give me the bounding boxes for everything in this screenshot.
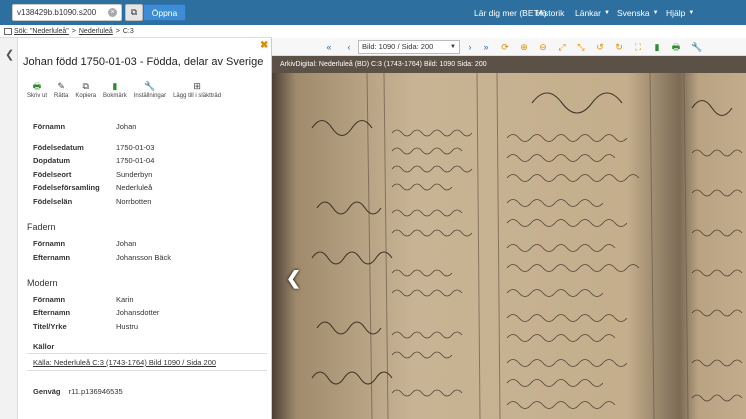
bookmark-icon[interactable]: ▮ [650,40,664,54]
bookmark-button[interactable]: ▮ Bokmärk [103,81,127,99]
section-heading-father: Fadern [27,222,56,232]
fit-icon[interactable]: ⤢ [555,40,569,54]
rotate-right-icon[interactable]: ↻ [612,40,626,54]
shortcut-row: Genväg r11.p136946535 [33,387,123,396]
prev-page-icon[interactable]: ‹ [342,40,356,54]
field-value: Sunderbyn [116,170,153,179]
breadcrumb-place-link[interactable]: Nederluleå [79,28,113,35]
home-icon [4,27,12,35]
field-label: Födelseförsamling [33,183,100,192]
caret-down-icon: ▼ [652,9,659,16]
prev-image-chevron-left-icon[interactable]: ❮ [286,268,301,289]
field-label: Efternamn [33,308,71,317]
copy-record-button[interactable]: ⧉ Kopiera [75,81,96,99]
field-label: Födelsedatum [33,143,84,152]
refresh-icon[interactable]: ⟳ [498,40,512,54]
first-page-icon[interactable]: « [322,40,336,54]
field-value: Norrbotten [116,197,152,206]
wrench-icon[interactable]: 🔧 [690,40,704,54]
page-select[interactable]: Bild: 1090 / Sida: 200 ▼ [358,40,460,54]
family-tree-icon: ⊞ [193,81,201,91]
field-value: Nederluleå [116,183,153,192]
manuscript-drawing [272,73,746,419]
breadcrumb-volume: C:3 [122,27,134,35]
print-icon: 🖶 [32,81,42,91]
correct-button[interactable]: ✎ Rätta [54,81,68,99]
zoom-in-icon[interactable]: ⊕ [517,40,531,54]
chevron-left-icon: ❮ [5,49,15,61]
viewer-toolbar: « ‹ Bild: 1090 / Sida: 200 ▼ › » ⟳ ⊕ ⊖ ⤢… [272,38,746,56]
field-value: Johan [116,122,137,131]
field-value: 1750-01-04 [116,156,155,165]
source-link[interactable]: Källa: Nederluleå C:3 (1743-1764) Bild 1… [33,358,216,367]
caret-down-icon: ▼ [688,9,695,16]
top-navbar: v138429b.b1090.s200 × ⧉ Öppna Lär dig me… [0,0,746,25]
print-icon[interactable]: 🖶 [669,40,683,54]
search-value[interactable]: v138429b.b1090.s200 [17,8,108,17]
caret-down-icon: ▼ [604,9,610,16]
zoom-out-icon[interactable]: ⊖ [536,40,550,54]
field-value: Johansdotter [116,308,160,317]
divider [27,353,267,354]
field-value: Karin [116,295,134,304]
field-label: Födelseort [33,170,72,179]
field-label: Dopdatum [33,156,71,165]
copy-icon: ⧉ [82,81,89,91]
fit-height-icon[interactable]: ⤡ [574,40,588,54]
field-value: 1750-01-03 [116,143,155,152]
nav-history[interactable]: Historik [536,0,564,25]
field-label: Efternamn [33,253,71,262]
rotate-left-icon[interactable]: ↺ [593,40,607,54]
field-value: Johan [116,239,137,248]
dropdown-icon: ▼ [450,44,456,50]
bookmark-icon: ▮ [112,81,118,91]
collapse-panel-button[interactable]: ❮ [0,38,18,419]
copy-button[interactable]: ⧉ [125,4,143,21]
field-label: Titel/Yrke [33,322,67,331]
record-toolbar: 🖶 Skriv ut ✎ Rätta ⧉ Kopiera ▮ Bokmärk 🔧… [27,81,228,99]
nav-help[interactable]: Hjälp ▼ [666,0,694,25]
image-caption: ArkivDigital: Nederluleå (BD) C:3 (1743-… [272,56,746,73]
add-to-tree-button[interactable]: ⊞ Lägg till i släktträd [173,81,221,99]
field-value: Hustru [116,322,139,331]
copy-icon: ⧉ [130,7,138,17]
divider [27,370,267,371]
clear-icon[interactable]: × [108,8,117,17]
fullscreen-icon[interactable]: ⛶ [631,40,645,54]
field-label: Födelselän [33,197,73,206]
field-label: Förnamn [33,122,66,131]
breadcrumb-search-link[interactable]: Sök: "Nederluleå" [14,28,69,35]
section-heading-mother: Modern [27,278,58,288]
pencil-icon: ✎ [57,81,65,91]
nav-language[interactable]: Svenska ▼ [617,0,659,25]
shortcut-value[interactable]: r11.p136946535 [69,387,123,396]
shortcut-label: Genväg [33,387,61,396]
field-label: Förnamn [33,239,66,248]
print-button[interactable]: 🖶 Skriv ut [27,81,47,99]
manuscript-image[interactable] [272,73,746,419]
open-button[interactable]: Öppna [143,4,186,21]
last-page-icon[interactable]: » [479,40,493,54]
sources-heading: Källor [33,342,55,351]
wrench-icon: 🔧 [144,81,156,91]
settings-button[interactable]: 🔧 Inställningar [134,81,166,99]
nav-links[interactable]: Länkar ▼ [575,0,610,25]
record-title: Johan född 1750-01-03 - Födda, delar av … [23,56,264,68]
field-label: Förnamn [33,295,66,304]
next-page-icon[interactable]: › [463,40,477,54]
close-icon[interactable]: ✖ [260,40,268,51]
breadcrumb: Sök: "Nederluleå" > Nederluleå > C:3 [0,25,272,38]
search-input[interactable]: v138429b.b1090.s200 × [12,4,122,21]
field-value: Johansson Bäck [116,253,172,262]
